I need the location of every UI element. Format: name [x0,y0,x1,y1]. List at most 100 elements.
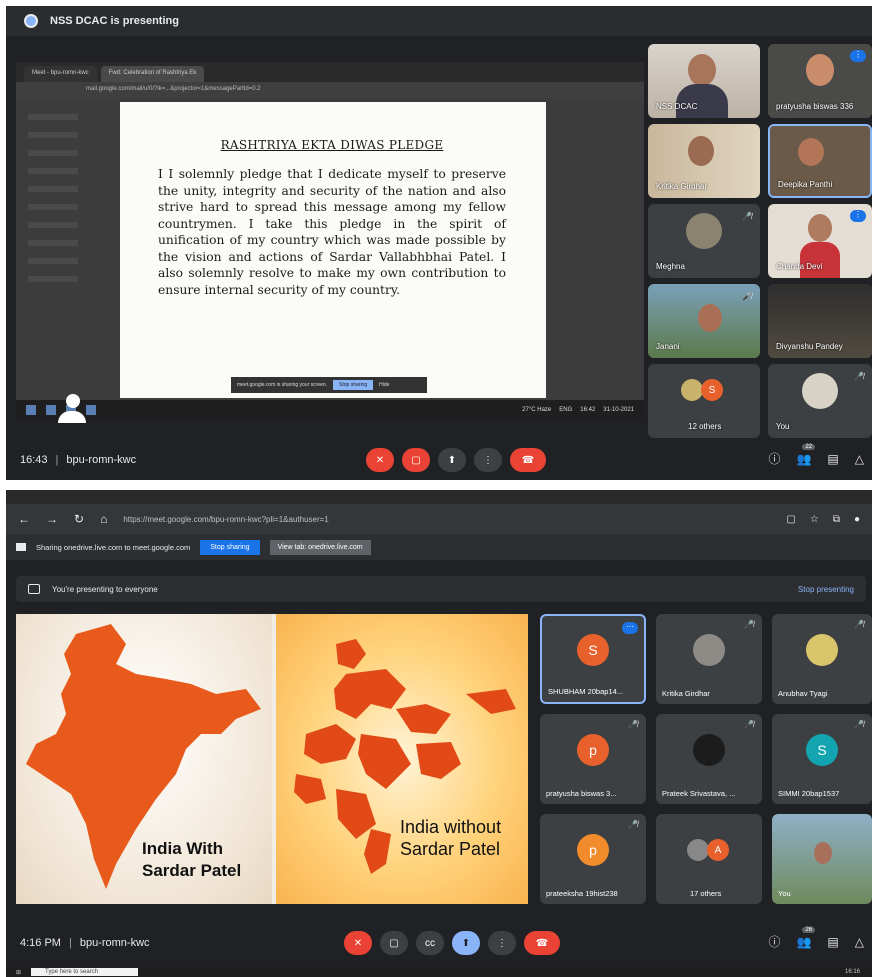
participant-tile[interactable]: 🎤̸ Prateek Srivastava, ... [656,714,762,804]
more-options-icon[interactable]: ⋮ [850,50,866,62]
people-icon[interactable]: 👥 26 [796,926,816,949]
participant-tile-others[interactable]: S 12 others [648,364,760,438]
windows-taskbar: ⊞ Type here to search 16:16 [6,967,872,977]
participant-tile-others[interactable]: A 17 others [656,814,762,904]
activities-icon[interactable]: △ [855,452,864,466]
taskbar-time: 16:42 [580,407,596,413]
share-bar: Sharing onedrive.live.com to meet.google… [6,534,872,560]
participant-name: Kritika Girdhar [662,689,710,698]
home-icon[interactable]: ⌂ [100,512,107,526]
india-map-fragmented [294,639,516,874]
participant-name: pratyusha biswas 3... [546,789,617,798]
participant-tile[interactable]: 🎤̸ S SIMMI 20bap1537 [772,714,872,804]
stop-presenting-button[interactable]: Stop presenting [798,585,854,594]
participant-tile[interactable]: 🎤̸ Kritika Girdhar [656,614,762,704]
more-options-icon[interactable]: ⋯ [622,622,638,634]
participant-tile[interactable]: ⋯ S SHUBHAM 20bap14... [540,614,646,704]
meeting-code: bpu-romn-kwc [79,937,150,949]
forward-icon[interactable]: → [46,512,58,526]
mic-off-icon: 🎤̸ [628,720,638,729]
more-options-icon[interactable]: ⋮ [850,210,866,222]
participant-tile[interactable]: 🎤̸ Anubhav Tyagi [772,614,872,704]
taskbar-search[interactable]: Type here to search [31,968,139,976]
document-title: RASHTRIYA EKTA DIWAS PLEDGE [220,138,444,152]
leave-call-button[interactable]: ☎ [524,931,560,955]
participant-tile[interactable]: 🎤̸ Janani [648,284,760,358]
participant-tile[interactable]: Deepika Panthi [768,124,872,198]
activities-icon[interactable]: △ [855,935,864,949]
info-icon[interactable]: ⓘ [768,450,780,467]
browser-toolbar: ← → ↻ ⌂ https://meet.google.com/bpu-romn… [6,504,872,534]
participant-tile[interactable]: Kritika Girdhar [648,124,760,198]
windows-taskbar: 27°C Haze ENG 16:42 31-10-2021 [16,400,644,420]
view-tab-button[interactable]: View tab: onedrive.live.com [269,539,371,555]
browser-tab[interactable]: Meet - bpu-romn-kwc [24,66,97,82]
taskbar-date: 31-10-2021 [603,407,634,413]
people-count: 26 [802,926,816,933]
mic-off-button[interactable]: ✕ [344,931,372,955]
captions-button[interactable]: cc [416,931,444,955]
chat-icon[interactable]: ▤ [827,935,838,949]
hide-button[interactable]: Hide [379,382,389,388]
mic-off-icon: 🎤̸ [854,720,864,729]
stop-sharing-button[interactable]: Stop sharing [333,380,374,390]
address-bar[interactable]: mail.google.com/mail/u/0/?ik=...&project… [16,82,644,98]
leave-call-button[interactable]: ☎ [510,448,546,472]
profile-icon[interactable]: ● [854,514,860,525]
camera-button[interactable]: ▢ [380,931,408,955]
camera-off-button[interactable]: ▢ [402,448,430,472]
participant-tile[interactable]: 🎤̸ p prateeksha 19hist238 [540,814,646,904]
taskbar-time: 16:16 [844,969,860,975]
present-icon [28,584,40,594]
stop-sharing-button[interactable]: Stop sharing [200,539,260,555]
meeting-time: 4:16 PM [20,937,61,949]
more-options-button[interactable]: ⋮ [474,448,502,472]
windows-start-icon[interactable] [26,405,36,415]
participant-tile[interactable]: 🎤̸ Meghna [648,204,760,278]
participant-tile[interactable]: ⋮ Chanda Devi [768,204,872,278]
participant-name: 17 others [690,889,722,898]
participant-tile[interactable]: 🎤̸ p pratyusha biswas 3... [540,714,646,804]
avatar [687,839,709,861]
participant-name: You [776,422,790,431]
back-icon[interactable]: ← [18,512,30,526]
address-bar[interactable]: https://meet.google.com/bpu-romn-kwc?pli… [123,515,328,524]
participant-name: SHUBHAM 20bap14... [548,687,624,696]
extensions-icon[interactable]: ⧉ [833,514,840,525]
meet-screenshot-top: NSS DCAC is presenting Meet - bpu-romn-k… [6,6,872,480]
windows-start-icon[interactable]: ⊞ [16,969,21,976]
mic-off-icon: 🎤̸ [854,372,864,381]
participant-name: Kritika Girdhar [656,182,708,191]
mic-off-button[interactable]: ✕ [366,448,394,472]
camera-icon[interactable]: ▢ [786,514,795,525]
mic-off-icon: 🎤̸ [744,620,754,629]
present-button[interactable]: ⬆ [438,448,466,472]
info-icon[interactable]: ⓘ [768,933,780,950]
participant-tile[interactable]: NSS DCAC [648,44,760,118]
avatar [693,634,725,666]
presentation-slide: India With Sardar Patel India without Sa… [16,614,528,904]
browser-tab-strip [6,490,872,504]
meet-control-bar: 16:43 | bpu-romn-kwc ✕ ▢ ⬆ ⋮ ☎ ⓘ 👥 22 ▤ △ [6,440,872,480]
participant-tile[interactable]: Divyanshu Pandey [768,284,872,358]
participant-name: Janani [656,342,680,351]
participant-name: prateeksha 19hist238 [546,889,618,898]
bookmark-icon[interactable]: ☆ [810,514,819,525]
chat-icon[interactable]: ▤ [827,452,838,466]
taskbar-app-icon[interactable] [46,405,56,415]
participant-tile-self[interactable]: 🎤̸ You [768,364,872,438]
present-button[interactable]: ⬆ [452,931,480,955]
participant-tile[interactable]: ⋮ pratyusha biswas 336 [768,44,872,118]
browser-tab[interactable]: Fwd: Celebration of Rashtriya Ek [100,66,205,82]
avatar: A [707,839,729,861]
mic-off-icon: 🎤̸ [742,212,752,221]
people-count: 22 [802,443,816,450]
more-options-button[interactable]: ⋮ [488,931,516,955]
reload-icon[interactable]: ↻ [74,512,84,526]
participant-tile-self[interactable]: You [772,814,872,904]
avatar: S [701,379,723,401]
avatar [806,634,838,666]
mic-off-icon: 🎤̸ [744,720,754,729]
people-icon[interactable]: 👥 22 [796,443,816,466]
participant-name: Deepika Panthi [778,180,833,189]
